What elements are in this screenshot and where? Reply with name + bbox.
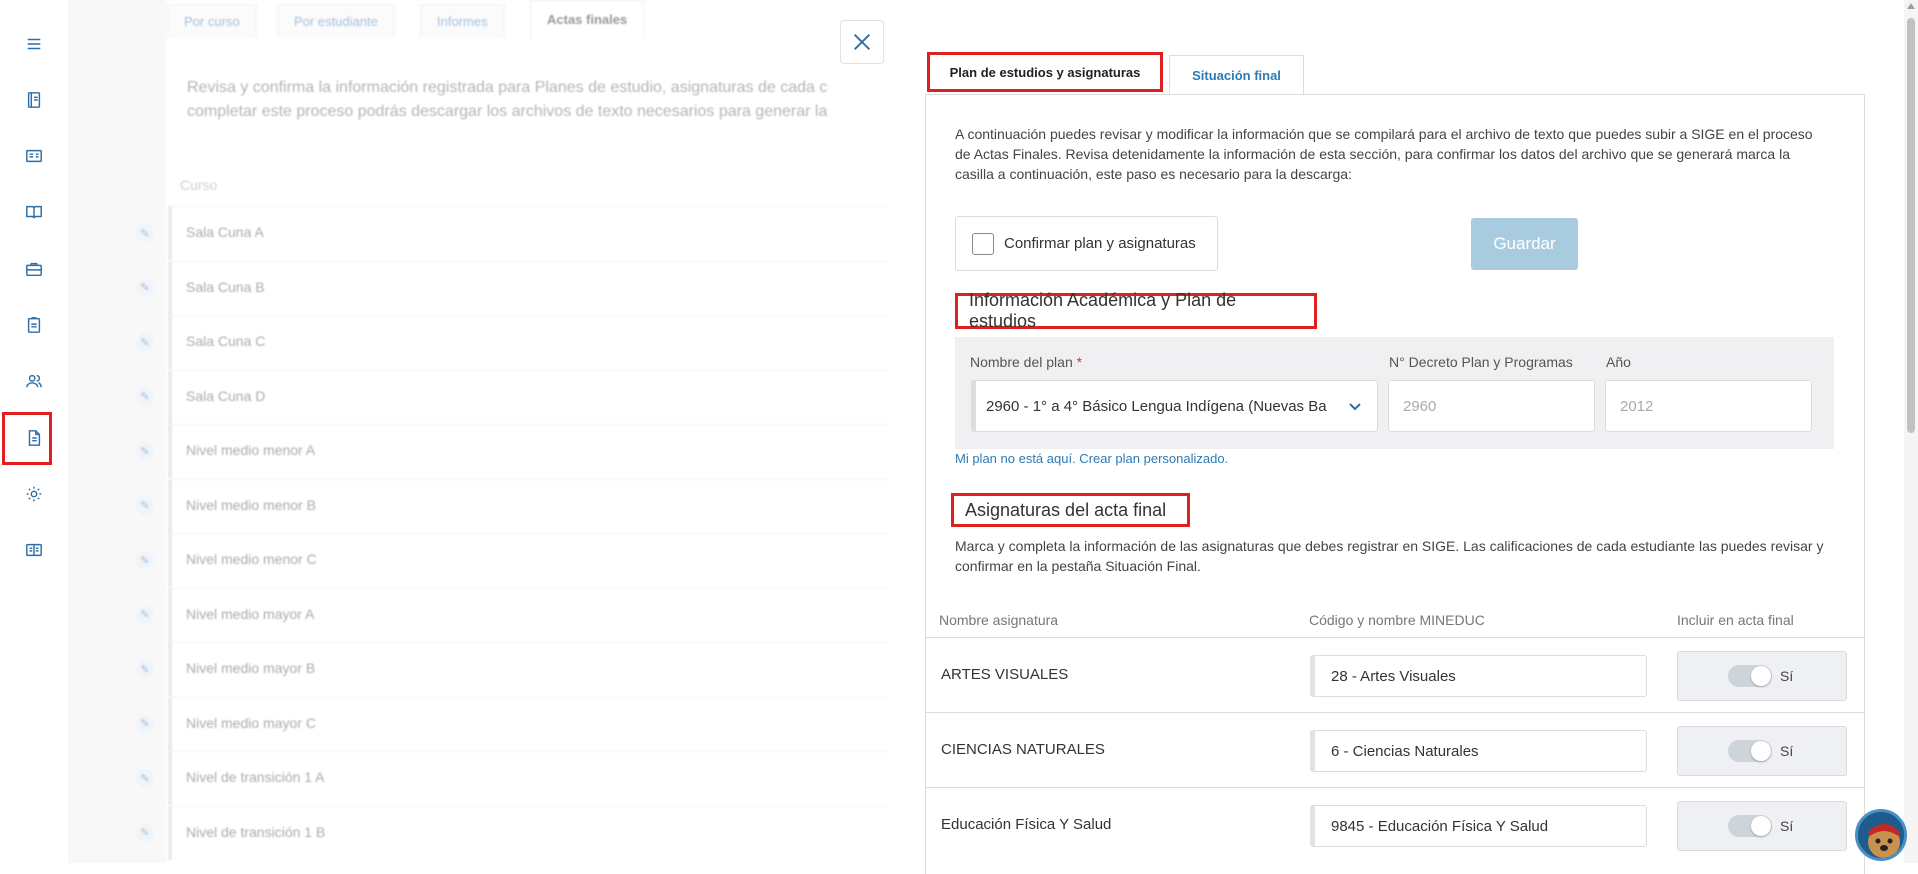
close-button[interactable] [840,20,884,64]
required-marker: * [1076,354,1083,370]
subject-name: CIENCIAS NATURALES [941,741,1105,758]
subject-row: CIENCIAS NATURALES 6 - Ciencias Naturales… [925,712,1865,787]
scrollbar[interactable] [1904,0,1918,863]
include-label: Sí [1780,743,1794,759]
checkbox-icon[interactable] [972,232,994,255]
users-icon[interactable] [20,367,48,395]
confirm-plan-label: Confirmar plan y asignaturas [1004,235,1196,252]
anio-label: Año [1606,354,1631,370]
section-title-info-academica: Información Académica y Plan de estudios [955,290,1317,331]
close-icon [854,34,870,50]
mineduc-code-select[interactable]: 9845 - Educación Física Y Salud [1310,805,1647,847]
toggle-knob [1751,666,1771,686]
active-nav-highlight [2,412,52,465]
create-custom-plan-link[interactable]: Mi plan no está aquí. Crear plan persona… [955,451,1228,466]
save-button[interactable]: Guardar [1471,218,1578,270]
subject-row: Educación Física Y Salud 9845 - Educación… [925,787,1865,862]
plan-name-label-text: Nombre del plan [970,354,1073,370]
book-open-icon[interactable] [20,536,48,564]
avatar[interactable] [1855,809,1907,861]
decreto-label: N° Decreto Plan y Programas [1389,354,1573,370]
include-toggle[interactable]: Sí [1677,651,1847,701]
briefcase-icon[interactable] [20,255,48,283]
left-nav-rail [0,0,68,863]
menu-icon[interactable] [20,30,48,58]
asignaturas-intro-text: Marca y completa la información de las a… [955,538,1824,574]
anio-field[interactable]: 2012 [1605,380,1812,432]
id-card-icon[interactable] [20,142,48,170]
plan-select-value: 2960 - 1° a 4° Básico Lengua Indígena (N… [986,397,1327,415]
gear-icon[interactable] [20,480,48,508]
plan-select[interactable]: 2960 - 1° a 4° Básico Lengua Indígena (N… [971,380,1378,432]
chevron-down-icon [1347,398,1363,414]
toggle-knob [1751,741,1771,761]
header-incluir-acta: Incluir en acta final [1677,612,1794,628]
mineduc-code-select[interactable]: 6 - Ciencias Naturales [1310,730,1647,772]
toggle-switch[interactable] [1728,665,1772,687]
include-toggle[interactable]: Sí [1677,801,1847,851]
include-label: Sí [1780,668,1794,684]
header-codigo-mineduc: Código y nombre MINEDUC [1309,612,1485,628]
subject-name: ARTES VISUALES [941,666,1069,683]
decreto-field[interactable]: 2960 [1388,380,1595,432]
header-nombre-asignatura: Nombre asignatura [939,612,1059,628]
notebook-icon[interactable] [20,86,48,114]
subject-row: ARTES VISUALES 28 - Artes Visuales Sí [925,637,1865,712]
panel-intro-text: A continuación puedes revisar y modifica… [955,126,1813,182]
subject-name: Educación Física Y Salud [941,816,1112,833]
confirm-plan-checkbox[interactable]: Confirmar plan y asignaturas [955,216,1218,271]
tab-plan-estudios[interactable]: Plan de estudios y asignaturas [927,52,1163,92]
modal-overlay[interactable] [68,0,886,863]
plan-name-label: Nombre del plan * [970,354,1082,370]
clipboard-icon[interactable] [20,311,48,339]
include-label: Sí [1780,818,1794,834]
book-icon[interactable] [20,198,48,226]
toggle-knob [1751,816,1771,836]
toggle-switch[interactable] [1728,740,1772,762]
toggle-switch[interactable] [1728,815,1772,837]
section-title-asignaturas: Asignaturas del acta final [951,493,1190,527]
include-toggle[interactable]: Sí [1677,726,1847,776]
mineduc-code-select[interactable]: 28 - Artes Visuales [1310,655,1647,697]
tab-situacion-final[interactable]: Situación final [1169,55,1304,94]
